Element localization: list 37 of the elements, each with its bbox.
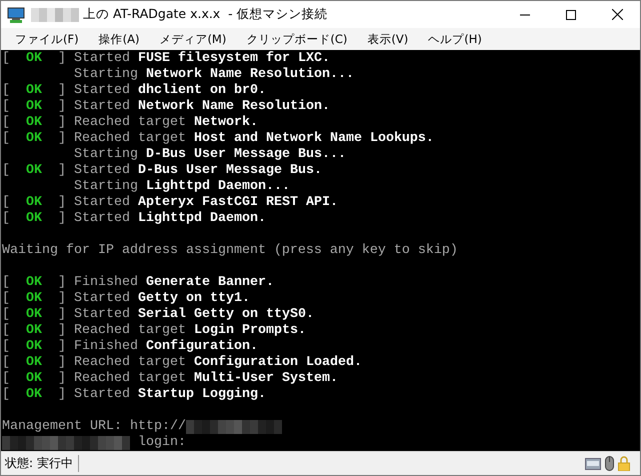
menu-item[interactable]: ファイル(F) xyxy=(8,30,86,48)
console-line: [ OK ] Reached target Host and Network Name Lookups. xyxy=(2,131,434,147)
console-line: [ OK ] Started D-Bus User Message Bus. xyxy=(2,163,322,179)
console-line: [ OK ] Started Startup Logging. xyxy=(2,387,266,403)
window-title: 上の AT-RADgate x.x.x - 仮想マシン接続 xyxy=(83,6,328,23)
console-line: [ OK ] Reached target Configuration Loaded. xyxy=(2,355,362,371)
maximize-icon xyxy=(566,10,576,20)
console-line: [ OK ] Finished Generate Banner. xyxy=(2,275,274,291)
console-line: [ OK ] Reached target Network. xyxy=(2,115,258,131)
menu-item[interactable]: メディア(M) xyxy=(152,30,234,48)
console-line: [ OK ] Reached target Multi-User System. xyxy=(2,371,338,387)
console-line: Starting D-Bus User Message Bus... xyxy=(72,147,346,163)
console-line: [ OK ] Reached target Login Prompts. xyxy=(2,323,306,339)
console-line: [ OK ] Started Apteryx FastCGI REST API. xyxy=(2,195,338,211)
menu-item[interactable]: クリップボード(C) xyxy=(239,30,354,48)
console-line: [ OK ] Started Serial Getty on ttyS0. xyxy=(2,307,314,323)
console-line: Starting Lighttpd Daemon... xyxy=(72,179,290,195)
monitor-icon xyxy=(7,6,25,22)
console-line: [ OK ] Started Getty on tty1. xyxy=(2,291,250,307)
status-text: 状態: 実行中 xyxy=(5,455,79,472)
mouse-icon xyxy=(605,456,614,471)
console-line: Waiting for IP address assignment (press any key to skip) xyxy=(2,243,458,259)
console-line: [ OK ] Finished Configuration. xyxy=(2,339,258,355)
console-line: [ OK ] Started Network Name Resolution. xyxy=(2,99,330,115)
menu-item[interactable]: ヘルプ(H) xyxy=(421,30,489,48)
menu-item[interactable]: 操作(A) xyxy=(92,30,146,48)
lock-icon xyxy=(618,456,630,471)
console-line: login: xyxy=(136,435,186,451)
close-icon xyxy=(612,9,622,20)
console-line: Management URL: http:// xyxy=(2,419,186,435)
console-line: Starting Network Name Resolution... xyxy=(72,67,354,83)
keyboard-icon xyxy=(585,458,601,470)
console-line: [ OK ] Started Lighttpd Daemon. xyxy=(2,211,266,227)
console-screen[interactable] xyxy=(1,50,640,451)
console-line: [ OK ] Started FUSE filesystem for LXC. xyxy=(2,51,330,67)
console-line: [ OK ] Started dhclient on br0. xyxy=(2,83,266,99)
menu-item[interactable]: 表示(V) xyxy=(360,30,416,48)
